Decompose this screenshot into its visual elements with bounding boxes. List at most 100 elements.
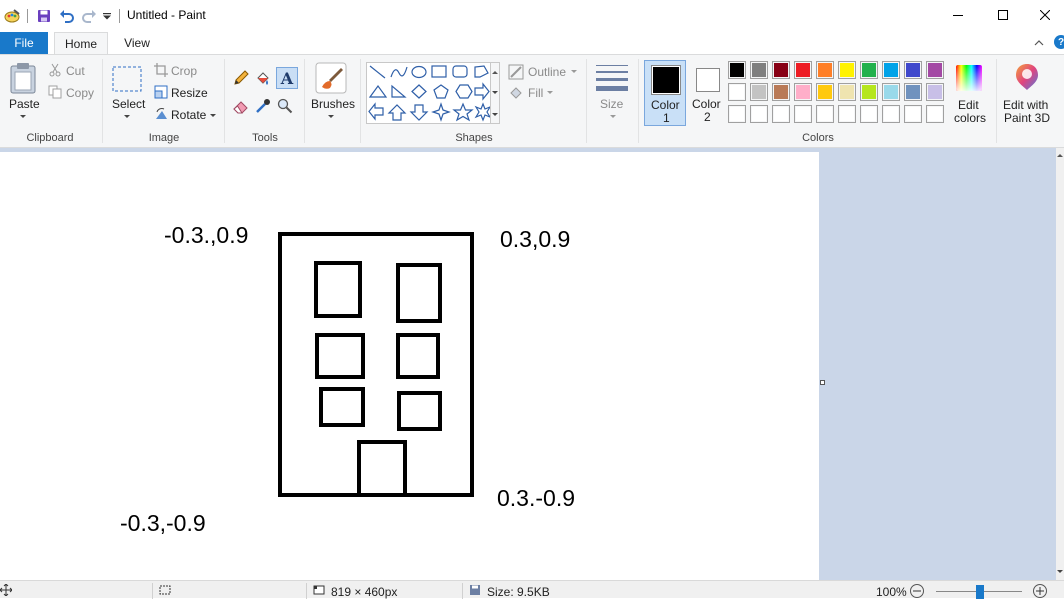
paste-label[interactable]: Paste (9, 97, 40, 111)
palette-swatch-color (774, 107, 788, 121)
palette-swatch[interactable] (794, 83, 812, 101)
edit-with-paint3d-button[interactable] (1012, 61, 1042, 93)
coordinate-label-top-left: -0.3.,0.9 (164, 222, 249, 248)
palette-swatch[interactable] (838, 83, 856, 101)
select-label[interactable]: Select (112, 97, 145, 111)
maximize-button[interactable] (980, 0, 1026, 30)
shapes-group-label: Shapes (455, 132, 493, 144)
magnifier-icon[interactable] (276, 97, 294, 115)
palette-swatch[interactable] (728, 61, 746, 79)
palette-swatch[interactable] (816, 105, 834, 123)
palette-swatch[interactable] (750, 61, 768, 79)
palette-swatch[interactable] (860, 61, 878, 79)
brushes-label[interactable]: Brushes (311, 97, 355, 111)
resize-button[interactable]: Resize (171, 86, 208, 100)
scroll-up-icon[interactable] (1057, 154, 1063, 157)
minimize-button[interactable] (935, 0, 981, 30)
palette-swatch[interactable] (816, 61, 834, 79)
palette-swatch-color (796, 85, 810, 99)
shapes-scroll-down-icon[interactable] (492, 91, 498, 94)
collapse-ribbon-icon[interactable] (1032, 36, 1046, 50)
palette-swatch[interactable] (882, 61, 900, 79)
palette-swatch[interactable] (772, 83, 790, 101)
rotate-dropdown-icon[interactable] (210, 114, 216, 117)
brushes-dropdown-icon[interactable] (328, 115, 334, 118)
pencil-icon[interactable] (232, 69, 250, 87)
palette-swatch[interactable] (926, 83, 944, 101)
shapes-scroll[interactable] (490, 62, 500, 124)
title-separator (119, 9, 120, 23)
save-icon[interactable] (36, 7, 52, 25)
palette-swatch[interactable] (750, 83, 768, 101)
palette-swatch[interactable] (860, 105, 878, 123)
color1-button[interactable]: Color 1 (644, 60, 686, 126)
shapes-more-icon[interactable] (492, 113, 498, 116)
close-button[interactable] (1026, 0, 1064, 30)
eraser-icon[interactable] (232, 97, 250, 115)
status-divider (152, 583, 153, 599)
drawing-canvas[interactable]: -0.3.,0.9 0.3,0.9 0.3.-0.9 -0.3,-0.9 (0, 152, 819, 580)
shapes-scroll-up-icon[interactable] (492, 71, 498, 74)
file-size: Size: 9.5KB (487, 585, 550, 599)
palette-swatch[interactable] (794, 105, 812, 123)
size-button[interactable] (595, 63, 629, 93)
vertical-scrollbar[interactable] (1056, 148, 1064, 580)
redo-icon[interactable] (80, 7, 98, 25)
customize-dropdown-icon[interactable] (102, 7, 112, 25)
palette-swatch[interactable] (838, 105, 856, 123)
fill-icon[interactable] (254, 69, 272, 87)
palette-swatch[interactable] (882, 83, 900, 101)
palette-swatch[interactable] (728, 105, 746, 123)
palette-swatch[interactable] (794, 61, 812, 79)
zoom-slider-thumb[interactable] (976, 585, 984, 599)
brushes-button[interactable] (314, 61, 348, 95)
paste-dropdown-icon[interactable] (20, 115, 26, 118)
fill-dropdown-icon[interactable] (547, 91, 553, 94)
select-dropdown-icon[interactable] (124, 115, 130, 118)
palette-swatch[interactable] (926, 61, 944, 79)
size-label[interactable]: Size (600, 97, 623, 111)
tab-view[interactable]: View (114, 32, 160, 54)
palette-swatch[interactable] (860, 83, 878, 101)
palette-swatch[interactable] (728, 83, 746, 101)
scroll-down-icon[interactable] (1057, 570, 1063, 573)
palette-swatch[interactable] (904, 61, 922, 79)
tab-file[interactable]: File (0, 32, 48, 54)
cut-button[interactable]: Cut (66, 64, 85, 78)
palette-swatch[interactable] (816, 83, 834, 101)
canvas-resize-handle[interactable] (820, 380, 825, 385)
palette-swatch-color (818, 63, 832, 77)
fill-button[interactable]: Fill (528, 86, 543, 100)
tab-home[interactable]: Home (54, 32, 108, 55)
palette-swatch[interactable] (772, 61, 790, 79)
zoom-in-button[interactable] (1033, 584, 1047, 598)
text-icon[interactable]: A (276, 67, 298, 89)
crop-button[interactable]: Crop (171, 64, 197, 78)
outline-button[interactable]: Outline (528, 65, 566, 79)
palette-swatch-color (884, 85, 898, 99)
copy-button[interactable]: Copy (66, 86, 94, 100)
palette-swatch[interactable] (904, 105, 922, 123)
undo-icon[interactable] (58, 7, 76, 25)
paste-button[interactable] (8, 61, 38, 95)
paint-app-icon[interactable] (4, 7, 20, 25)
status-divider (462, 583, 463, 599)
palette-swatch[interactable] (838, 61, 856, 79)
rotate-button[interactable]: Rotate (171, 108, 206, 122)
palette-swatch[interactable] (926, 105, 944, 123)
color2-button[interactable]: Color 2 (688, 60, 728, 126)
left-arrow-shape-icon (368, 102, 384, 121)
select-button[interactable] (112, 65, 142, 93)
paint3d-label-2: Paint 3D (1004, 111, 1051, 125)
edit-colors-button[interactable] (954, 63, 984, 93)
color-picker-icon[interactable] (254, 97, 272, 115)
outline-dropdown-icon[interactable] (571, 70, 577, 73)
palette-swatch[interactable] (904, 83, 922, 101)
clipboard-group-label: Clipboard (26, 132, 74, 144)
size-dropdown-icon[interactable] (610, 115, 616, 118)
help-icon[interactable]: ? (1054, 35, 1064, 49)
palette-swatch[interactable] (882, 105, 900, 123)
palette-swatch[interactable] (750, 105, 768, 123)
zoom-out-button[interactable] (910, 584, 924, 598)
palette-swatch[interactable] (772, 105, 790, 123)
